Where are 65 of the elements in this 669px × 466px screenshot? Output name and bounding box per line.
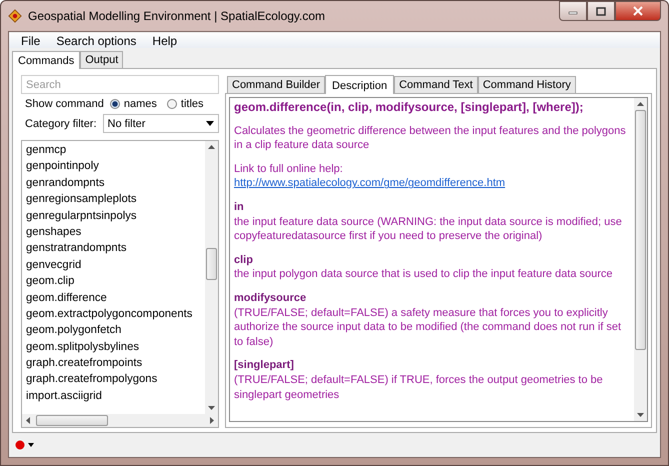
caret-icon[interactable]: [28, 443, 34, 447]
list-item[interactable]: genrandompnts: [26, 174, 201, 192]
list-item[interactable]: genshapes: [26, 224, 201, 240]
parameter-name: clip: [234, 252, 254, 268]
tab[interactable]: Output: [80, 51, 124, 68]
app-icon: [8, 9, 22, 23]
menu-item[interactable]: Help: [144, 34, 186, 48]
radio-button[interactable]: titles: [166, 98, 204, 110]
list-item[interactable]: genpointinpoly: [26, 158, 201, 175]
parameter-name: [singlepart]: [234, 358, 295, 373]
list-item[interactable]: geom.splitpolysbylines: [26, 338, 201, 356]
parameter-name: modifysource: [234, 290, 308, 306]
search-field[interactable]: Search: [21, 75, 219, 94]
scroll-down-icon[interactable]: [636, 412, 645, 418]
scroll-right-icon[interactable]: [209, 416, 215, 425]
list-item[interactable]: genvecgrid: [26, 256, 201, 274]
show-command-label: Show command: [25, 98, 104, 110]
close-button[interactable]: [615, 1, 661, 21]
maximize-icon: [596, 6, 606, 16]
list-item[interactable]: genregionsampleplots: [26, 191, 201, 208]
tab[interactable]: Command History: [478, 76, 576, 93]
list-item[interactable]: genstratrandompnts: [26, 240, 201, 257]
vertical-scrollbar[interactable]: [634, 98, 647, 421]
scrollbar-thumb[interactable]: [635, 110, 646, 350]
window-title: Geospatial Modelling Environment | SpatialEcology.com: [28, 9, 326, 23]
list-item[interactable]: graph.createfrompolygons: [26, 371, 201, 388]
menu-item[interactable]: File: [13, 34, 48, 48]
tab[interactable]: Command Text: [394, 76, 478, 93]
parameter-description: the input feature data source (WARNING: the input data source is modified; use copyfeaturedatasource first if you need to preserve the original): [234, 214, 623, 244]
horizontal-scrollbar[interactable]: [22, 414, 218, 427]
category-dropdown[interactable]: No filter: [102, 114, 219, 133]
parameter-name: in: [234, 200, 245, 215]
command-signature: geom.difference(in, clip, modifysource, [singlepart], [where]);: [234, 100, 584, 115]
scroll-up-icon[interactable]: [207, 144, 216, 150]
scroll-left-icon[interactable]: [25, 416, 31, 425]
close-icon: [632, 6, 644, 16]
list-item[interactable]: import.asciigrid: [26, 388, 201, 404]
category-filter-label: Category filter:: [25, 118, 97, 130]
list-item[interactable]: genregularpntsinpolys: [26, 208, 201, 224]
help-link[interactable]: http://www.spatialecology.com/gme/geomdifference.htm: [234, 177, 506, 190]
caret-icon: [206, 121, 214, 126]
vertical-scrollbar[interactable]: [205, 141, 218, 414]
parameter-description: (TRUE/FALSE; default=FALSE) a safety measure that forces you to explicitly authorize the source input data to be modified (the command does not run if set to false): [234, 306, 622, 350]
list-item[interactable]: geom.polygonfetch: [26, 322, 201, 339]
list-item[interactable]: genmcp: [26, 142, 201, 158]
record-dot-icon[interactable]: [15, 440, 25, 450]
list-item[interactable]: geom.extractpolygoncomponents: [26, 306, 201, 322]
tab[interactable]: Description: [325, 75, 394, 94]
description-text: Calculates the geometric difference between the input features and the polygons in a clip feature data source: [234, 124, 627, 153]
maximize-button[interactable]: [587, 1, 615, 21]
parameter-description: the input polygon data source that is used to clip the input feature data source: [234, 267, 614, 282]
link-label: Link to full online help:: [234, 162, 344, 176]
list-item[interactable]: geom.difference: [26, 290, 201, 306]
scroll-down-icon[interactable]: [207, 405, 216, 411]
scroll-up-icon[interactable]: [636, 101, 645, 107]
list-item[interactable]: geom.clip: [26, 273, 201, 290]
scrollbar-thumb[interactable]: [36, 415, 108, 426]
scrollbar-thumb[interactable]: [206, 248, 217, 280]
radio-button[interactable]: names: [110, 98, 157, 110]
list-item[interactable]: graph.createfrompoints: [26, 355, 201, 372]
parameter-description: (TRUE/FALSE; default=FALSE) if TRUE, forces the output geometries to be singlepart geometries: [234, 372, 604, 402]
minimize-button[interactable]: [559, 1, 587, 21]
menu-item[interactable]: Search options: [48, 34, 144, 48]
tab[interactable]: Command Builder: [227, 76, 326, 93]
tab[interactable]: Commands: [12, 51, 80, 69]
